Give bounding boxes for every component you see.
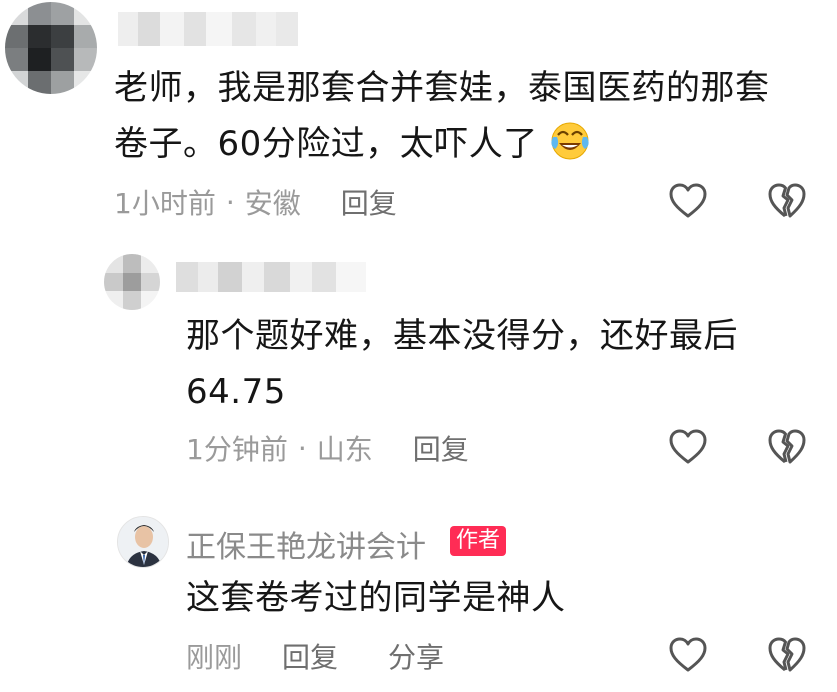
comment-text: 这套卷考过的同学是神人 — [186, 570, 806, 626]
comment-time: 1分钟前 — [186, 433, 288, 466]
comment-meta: 1小时前 · 安徽 回复 — [114, 182, 397, 222]
comment-text: 那个题好难，基本没得分，还好最后 64.75 — [186, 308, 806, 420]
like-button[interactable] — [668, 636, 708, 674]
comment-text: 老师，我是那套合并套娃，泰国医药的那套 卷子。60分险过，太吓人了 — [114, 60, 814, 172]
dislike-button[interactable] — [767, 636, 807, 674]
share-button[interactable]: 分享 — [388, 636, 444, 676]
meta-separator: · — [225, 185, 235, 219]
like-button[interactable] — [668, 428, 708, 466]
blurred-avatar[interactable] — [5, 2, 97, 94]
comment-location: 安徽 — [244, 187, 301, 220]
heart-outline-icon — [669, 183, 707, 218]
author-avatar[interactable] — [117, 516, 169, 568]
heart-outline-icon — [669, 429, 707, 464]
dislike-button[interactable] — [767, 182, 807, 220]
blurred-avatar[interactable] — [104, 254, 160, 310]
blurred-username[interactable] — [118, 12, 298, 46]
comment-2: 那个题好难，基本没得分，还好最后 64.75 1分钟前 · 山东 回复 — [0, 240, 837, 480]
like-button[interactable] — [668, 182, 708, 220]
comment-text-line-1: 老师，我是那套合并套娃，泰国医药的那套 — [114, 68, 770, 108]
comment-meta: 1分钟前 · 山东 回复 — [186, 428, 469, 468]
comment-time: 1小时前 — [114, 187, 216, 220]
comment-time: 刚刚 — [186, 641, 243, 674]
blurred-username[interactable] — [176, 262, 366, 292]
heart-outline-icon — [669, 637, 707, 672]
dislike-button[interactable] — [767, 428, 807, 466]
comment-meta: 刚刚 回复 分享 — [186, 636, 444, 676]
comment-3: 正保王艳龙讲会计 作者 这套卷考过的同学是神人 刚刚 回复 分享 — [0, 500, 837, 692]
author-name[interactable]: 正保王艳龙讲会计 — [186, 522, 426, 566]
author-badge: 作者 — [450, 526, 507, 556]
reply-button[interactable]: 回复 — [282, 636, 338, 676]
comment-location: 山东 — [316, 433, 373, 466]
comment-text-line-1: 那个题好难，基本没得分，还好最后 — [186, 316, 738, 356]
crying-laughing-emoji-icon — [551, 122, 589, 160]
comment-text-line-2: 卷子。60分险过，太吓人了 — [114, 116, 814, 172]
comment-text-line-2-text: 卷子。60分险过，太吓人了 — [114, 124, 538, 164]
comment-1: 老师，我是那套合并套娃，泰国医药的那套 卷子。60分险过，太吓人了 1小时前 ·… — [0, 0, 837, 240]
reply-button[interactable]: 回复 — [413, 428, 469, 468]
author-portrait-icon — [118, 517, 168, 567]
reply-button[interactable]: 回复 — [341, 182, 397, 222]
comment-text-line-1: 这套卷考过的同学是神人 — [186, 578, 566, 618]
broken-heart-icon — [768, 429, 806, 464]
comment-text-line-2: 64.75 — [186, 372, 286, 412]
broken-heart-icon — [768, 637, 806, 672]
meta-separator: · — [297, 431, 307, 465]
broken-heart-icon — [768, 183, 806, 218]
